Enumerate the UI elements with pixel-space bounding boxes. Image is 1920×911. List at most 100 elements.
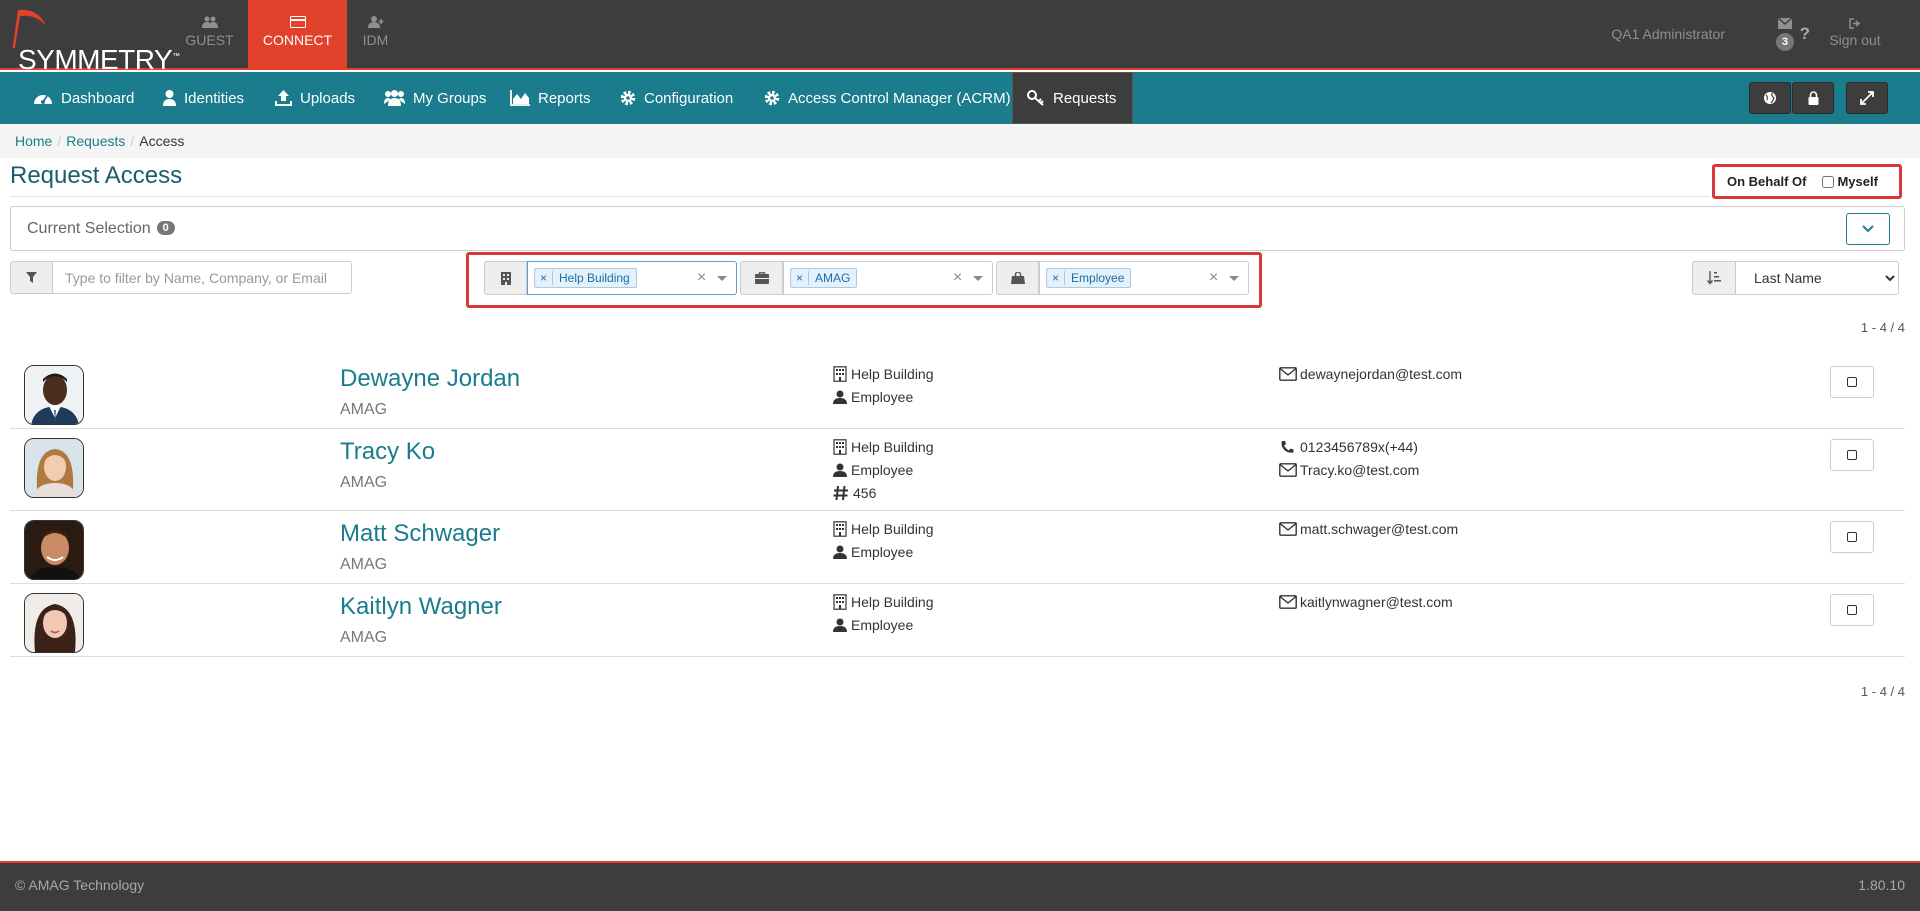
messages-button[interactable]: 3 bbox=[1770, 16, 1800, 51]
type-filter-addon bbox=[996, 261, 1039, 295]
breadcrumb-requests[interactable]: Requests bbox=[66, 133, 125, 149]
gear-icon bbox=[764, 90, 780, 106]
top-bar: SYMMETRY™ GUEST CONNECT IDM QA1 Administ… bbox=[0, 0, 1920, 75]
shopping-bag-icon bbox=[1010, 272, 1025, 284]
select-person-button[interactable] bbox=[1830, 366, 1874, 398]
myself-checkbox[interactable] bbox=[1822, 175, 1835, 188]
nav-item-acrm[interactable]: Access Control Manager (ACRM) bbox=[750, 72, 1025, 124]
person-name[interactable]: Tracy Ko bbox=[340, 438, 435, 466]
help-icon[interactable]: ? bbox=[1800, 24, 1810, 44]
email-value: Tracy.ko@test.com bbox=[1300, 462, 1420, 478]
clear-icon[interactable]: × bbox=[953, 269, 962, 287]
building-value: Help Building bbox=[851, 521, 934, 537]
nav-label: Uploads bbox=[300, 89, 356, 107]
logo-swoosh-icon bbox=[12, 9, 46, 48]
symmetry-logo[interactable]: SYMMETRY™ bbox=[8, 8, 180, 75]
on-behalf-of-group: On Behalf Of Myself bbox=[1712, 164, 1902, 199]
footer: © AMAG Technology 1.80.10 bbox=[0, 861, 1920, 911]
user-icon bbox=[833, 618, 847, 632]
select-person-button[interactable] bbox=[1830, 439, 1874, 471]
envelope-icon bbox=[1279, 367, 1297, 381]
nav-item-identities[interactable]: Identities bbox=[149, 72, 258, 124]
table-row[interactable]: Matt Schwager AMAG Help Building Employe… bbox=[10, 511, 1905, 584]
nav-item-reports[interactable]: Reports bbox=[496, 72, 605, 124]
company-filter-addon bbox=[740, 261, 783, 295]
envelope-icon bbox=[1279, 463, 1297, 477]
sort-addon[interactable] bbox=[1692, 261, 1736, 295]
select-person-button[interactable] bbox=[1830, 594, 1874, 626]
table-row[interactable]: Dewayne Jordan AMAG Help Building Employ… bbox=[10, 356, 1905, 429]
envelope-icon bbox=[1777, 17, 1793, 29]
avatar bbox=[24, 438, 84, 498]
person-phone: 0123456789x(+44) bbox=[1279, 439, 1418, 455]
breadcrumb-home[interactable]: Home bbox=[15, 133, 52, 149]
type-value: Employee bbox=[851, 544, 914, 560]
caret-down-icon[interactable] bbox=[717, 276, 727, 281]
sort-select[interactable]: Last Name bbox=[1735, 261, 1899, 295]
gear-icon bbox=[620, 90, 636, 106]
app-tab-guest[interactable]: GUEST bbox=[160, 0, 259, 70]
nav-item-uploads[interactable]: Uploads bbox=[261, 72, 369, 124]
building-select[interactable]: × Help Building × bbox=[527, 261, 737, 295]
caret-down-icon[interactable] bbox=[973, 276, 983, 281]
type-tag: × Employee bbox=[1046, 268, 1132, 288]
table-row[interactable]: Tracy Ko AMAG Help Building Employee 456… bbox=[10, 429, 1905, 511]
nav-label: Requests bbox=[1053, 89, 1117, 107]
nav-item-dashboard[interactable]: Dashboard bbox=[19, 72, 148, 124]
person-company: AMAG bbox=[340, 556, 388, 573]
building-icon bbox=[833, 521, 847, 537]
person-building: Help Building bbox=[833, 594, 934, 610]
tag-remove-icon[interactable]: × bbox=[535, 271, 554, 285]
fullscreen-button[interactable] bbox=[1846, 82, 1888, 114]
breadcrumb-current: Access bbox=[139, 133, 185, 149]
user-name[interactable]: QA1 Administrator bbox=[1611, 26, 1725, 42]
person-company: AMAG bbox=[340, 401, 388, 418]
logo-text: SYMMETRY bbox=[18, 44, 173, 75]
person-name[interactable]: Kaitlyn Wagner bbox=[340, 593, 502, 621]
sign-out-icon bbox=[1849, 18, 1861, 29]
nav-item-requests[interactable]: Requests bbox=[1012, 72, 1133, 124]
person-email: matt.schwager@test.com bbox=[1279, 521, 1458, 537]
tag-remove-icon[interactable]: × bbox=[1047, 271, 1066, 285]
caret-down-icon[interactable] bbox=[1229, 276, 1239, 281]
app-tab-idm[interactable]: IDM bbox=[326, 0, 425, 70]
myself-label[interactable]: Myself bbox=[1837, 174, 1877, 189]
nav-label: Dashboard bbox=[61, 89, 135, 107]
square-icon bbox=[1847, 450, 1857, 460]
company-select[interactable]: × AMAG × bbox=[783, 261, 993, 295]
footer-copyright: © AMAG Technology bbox=[15, 877, 145, 893]
user-icon bbox=[163, 90, 176, 106]
person-name[interactable]: Matt Schwager bbox=[340, 520, 500, 548]
type-value: Employee bbox=[851, 617, 914, 633]
tag-label: AMAG bbox=[815, 271, 851, 285]
person-name[interactable]: Dewayne Jordan bbox=[340, 365, 520, 393]
building-value: Help Building bbox=[851, 594, 934, 610]
nav-item-my-groups[interactable]: My Groups bbox=[370, 72, 500, 124]
type-select[interactable]: × Employee × bbox=[1039, 261, 1249, 295]
title-divider bbox=[10, 196, 1710, 197]
globe-button[interactable] bbox=[1749, 82, 1791, 114]
building-value: Help Building bbox=[851, 439, 934, 455]
building-icon bbox=[833, 366, 847, 382]
current-selection-toggle-button[interactable] bbox=[1846, 213, 1890, 245]
sign-out-button[interactable]: Sign out bbox=[1820, 16, 1890, 48]
select-person-button[interactable] bbox=[1830, 521, 1874, 553]
person-email: Tracy.ko@test.com bbox=[1279, 462, 1419, 478]
lock-button[interactable] bbox=[1792, 82, 1834, 114]
person-number: 456 bbox=[833, 485, 876, 501]
table-row[interactable]: Kaitlyn Wagner AMAG Help Building Employ… bbox=[10, 584, 1905, 657]
nav-item-configuration[interactable]: Configuration bbox=[606, 72, 747, 124]
tag-remove-icon[interactable]: × bbox=[791, 271, 810, 285]
breadcrumb-separator: / bbox=[130, 133, 135, 149]
building-icon bbox=[833, 594, 847, 610]
clear-icon[interactable]: × bbox=[697, 269, 706, 287]
search-input[interactable] bbox=[52, 261, 352, 294]
app-tab-label: IDM bbox=[362, 32, 389, 48]
briefcase-icon bbox=[754, 272, 769, 284]
person-photo-icon bbox=[25, 366, 83, 424]
upload-icon bbox=[275, 90, 292, 106]
phone-icon bbox=[1281, 441, 1294, 453]
nav-label: My Groups bbox=[413, 89, 487, 107]
user-plus-icon bbox=[367, 16, 383, 28]
clear-icon[interactable]: × bbox=[1209, 269, 1218, 287]
